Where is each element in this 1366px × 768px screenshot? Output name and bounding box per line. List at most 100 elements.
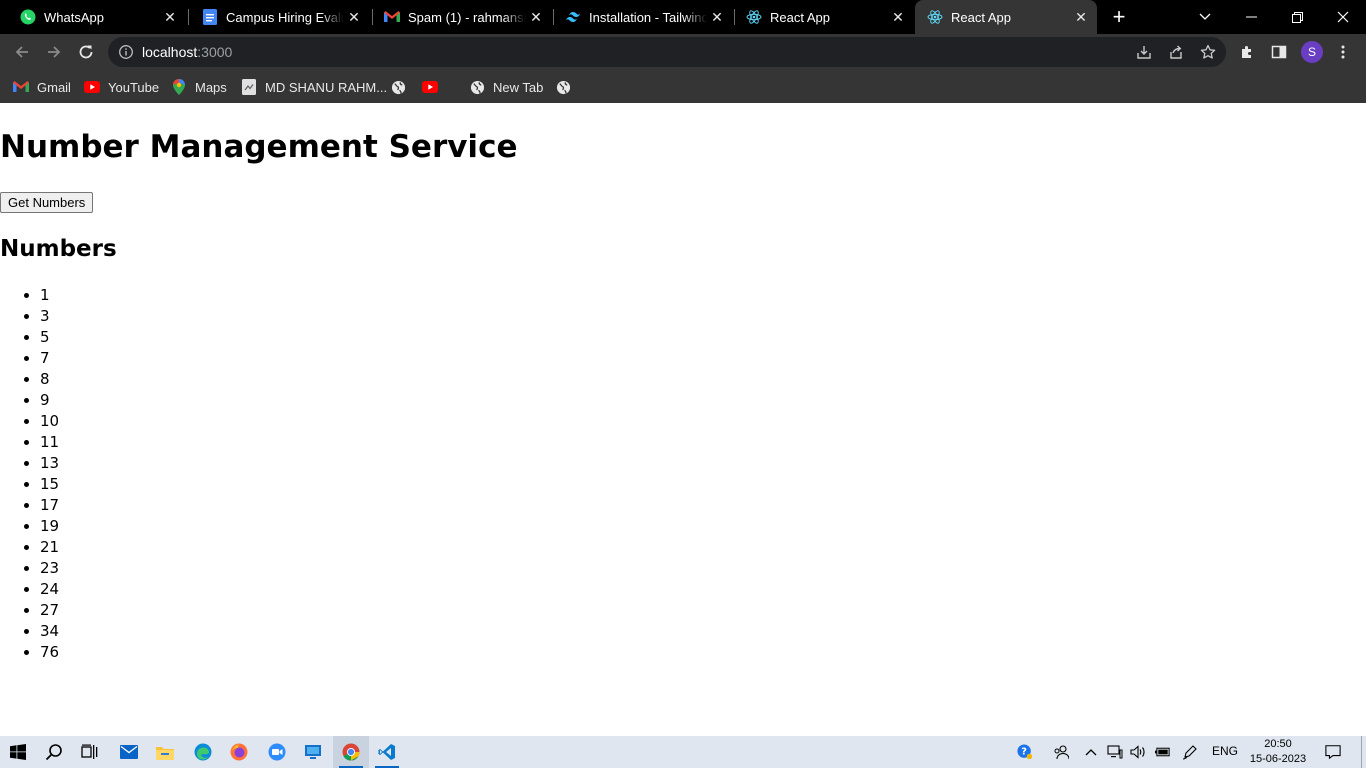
globe-icon: [469, 79, 485, 95]
install-app-icon[interactable]: [1136, 44, 1152, 60]
list-item: 34: [40, 621, 59, 642]
help-icon[interactable]: ?: [1017, 744, 1033, 760]
get-numbers-button[interactable]: Get Numbers: [0, 192, 94, 213]
tab-title: Campus Hiring Evaluation: [226, 9, 344, 25]
tab-campus-hiring[interactable]: Campus Hiring Evaluation ✕: [190, 0, 370, 34]
address-bar[interactable]: localhost:3000: [108, 37, 1226, 67]
language-indicator[interactable]: ENG: [1212, 744, 1238, 758]
react-icon: [927, 9, 943, 25]
youtube-icon: [422, 79, 438, 95]
volume-icon[interactable]: [1130, 744, 1146, 760]
list-item: 23: [40, 558, 59, 579]
side-panel-icon[interactable]: [1271, 44, 1287, 60]
list-item: 8: [40, 369, 59, 390]
tab-tailwind-installation[interactable]: Installation - Tailwind CSS ✕: [553, 0, 733, 34]
numbers-heading: Numbers: [0, 236, 117, 262]
people-icon[interactable]: [1053, 744, 1069, 760]
svg-text:?: ?: [1021, 747, 1027, 758]
forward-arrow-icon[interactable]: [42, 40, 66, 64]
bookmark-label: Gmail: [37, 79, 71, 95]
show-desktop-divider[interactable]: [1361, 736, 1362, 768]
notifications-icon[interactable]: [1325, 744, 1341, 760]
close-tab-icon[interactable]: ✕: [709, 9, 725, 25]
list-item: 15: [40, 474, 59, 495]
new-tab-plus-icon[interactable]: +: [1108, 6, 1130, 28]
search-icon[interactable]: [36, 736, 72, 768]
profile-avatar[interactable]: S: [1301, 41, 1323, 63]
react-icon: [746, 9, 762, 25]
vscode-icon[interactable]: [369, 736, 405, 768]
zoom-icon[interactable]: [259, 736, 295, 768]
pen-icon[interactable]: [1182, 744, 1198, 760]
close-tab-icon[interactable]: ✕: [528, 9, 544, 25]
url-port: :3000: [197, 44, 233, 60]
bookmark-label: MD SHANU RAHM...: [265, 79, 388, 95]
list-item: 19: [40, 516, 59, 537]
close-tab-icon[interactable]: ✕: [162, 9, 178, 25]
windows-start-icon[interactable]: [0, 736, 36, 768]
site-info-icon[interactable]: [118, 44, 134, 60]
back-arrow-icon[interactable]: [10, 40, 34, 64]
bookmark-globe-1[interactable]: [390, 76, 414, 98]
tab-react-app-active[interactable]: React App ✕: [915, 0, 1097, 34]
tab-gmail-spam[interactable]: Spam (1) - rahmanshanu ✕: [372, 0, 552, 34]
battery-icon[interactable]: [1155, 744, 1171, 760]
numbers-list: 1 3 5 7 8 9 10 11 13 15 17 19 21 23 24 2…: [40, 285, 59, 663]
list-item: 3: [40, 306, 59, 327]
tab-title: WhatsApp: [44, 9, 104, 25]
minimize-icon[interactable]: [1228, 0, 1274, 34]
tab-whatsapp[interactable]: WhatsApp ✕: [8, 0, 186, 34]
bookmark-new-tab[interactable]: New Tab: [469, 76, 543, 98]
extensions-puzzle-icon[interactable]: [1239, 44, 1255, 60]
tab-title: Installation - Tailwind CSS: [589, 9, 707, 25]
firefox-icon[interactable]: [221, 736, 257, 768]
bookmarks-bar: Gmail YouTube Maps MD SHANU RAHM... New …: [0, 70, 1366, 103]
list-item: 7: [40, 348, 59, 369]
tailwind-icon: [565, 9, 581, 25]
remote-desktop-icon[interactable]: [295, 736, 331, 768]
clock[interactable]: 20:50 15-06-2023: [1245, 737, 1311, 767]
globe-icon: [555, 79, 571, 95]
bookmark-gmail[interactable]: Gmail: [13, 76, 71, 98]
clock-time: 20:50: [1264, 738, 1292, 750]
tab-title: React App: [951, 9, 1011, 25]
tab-separator: [188, 9, 189, 25]
google-docs-icon: [202, 9, 218, 25]
url-host: localhost: [142, 44, 198, 60]
menu-kebab-icon[interactable]: [1335, 44, 1351, 60]
bookmark-globe-2[interactable]: [555, 76, 579, 98]
close-tab-icon[interactable]: ✕: [346, 9, 362, 25]
bookmark-youtube[interactable]: YouTube: [84, 76, 159, 98]
list-item: 5: [40, 327, 59, 348]
globe-icon: [390, 79, 406, 95]
list-item: 1: [40, 285, 59, 306]
close-tab-icon[interactable]: ✕: [1073, 9, 1089, 25]
bookmark-youtube-2[interactable]: [422, 76, 446, 98]
browser-toolbar: localhost:3000 S: [0, 34, 1366, 70]
bookmark-maps[interactable]: Maps: [171, 76, 227, 98]
list-item: 17: [40, 495, 59, 516]
close-tab-icon[interactable]: ✕: [890, 9, 906, 25]
restore-icon[interactable]: [1274, 0, 1320, 34]
gmail-icon: [13, 79, 29, 95]
list-item: 10: [40, 411, 59, 432]
network-icon[interactable]: [1107, 744, 1123, 760]
youtube-icon: [84, 79, 100, 95]
mail-icon[interactable]: [111, 736, 147, 768]
share-icon[interactable]: [1168, 44, 1184, 60]
page-icon: [241, 79, 257, 95]
bookmark-md-shanu[interactable]: MD SHANU RAHM...: [241, 76, 387, 98]
maps-icon: [171, 79, 187, 95]
tab-title: React App: [770, 9, 830, 25]
close-window-icon[interactable]: [1320, 0, 1366, 34]
chevron-up-icon[interactable]: [1083, 744, 1099, 760]
edge-icon[interactable]: [185, 736, 221, 768]
gmail-icon: [384, 9, 400, 25]
reload-icon[interactable]: [74, 40, 98, 64]
tab-react-app[interactable]: React App ✕: [734, 0, 914, 34]
chrome-taskbar-icon[interactable]: [333, 736, 369, 768]
task-view-icon[interactable]: [72, 736, 108, 768]
file-explorer-icon[interactable]: [147, 736, 183, 768]
bookmark-star-icon[interactable]: [1200, 44, 1216, 60]
tab-search-chevron-icon[interactable]: [1182, 0, 1228, 34]
